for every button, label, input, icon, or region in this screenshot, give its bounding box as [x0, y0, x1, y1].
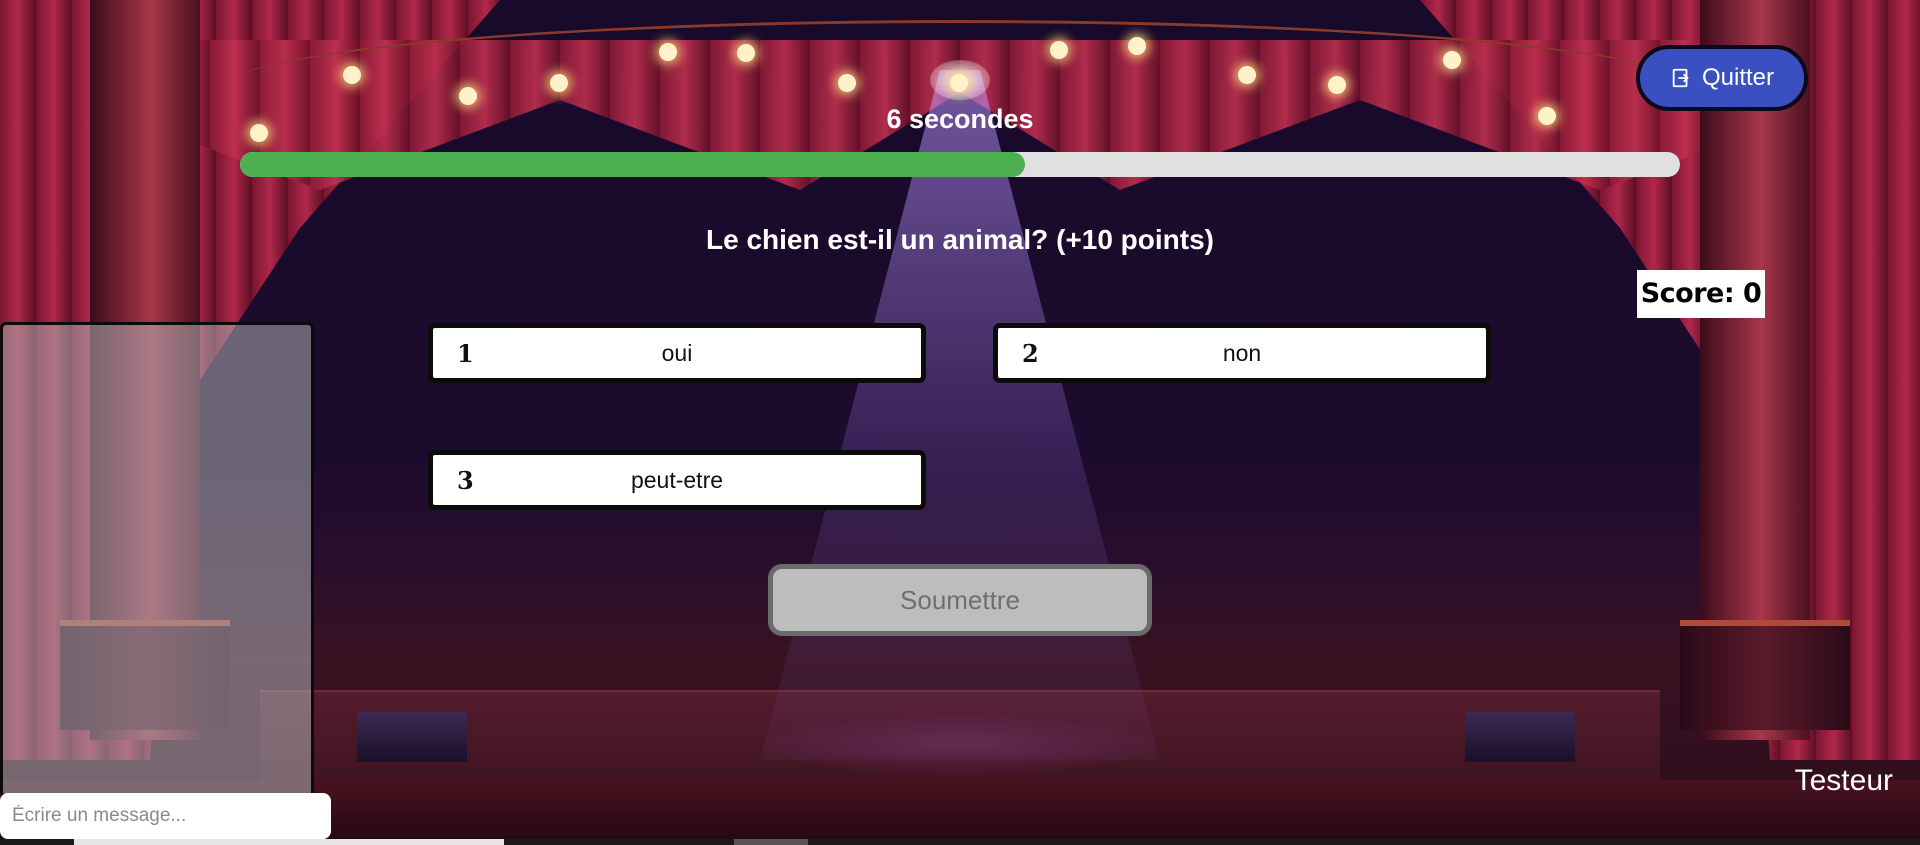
chat-message-input[interactable]	[0, 793, 331, 839]
light-bulb-icon	[737, 44, 755, 62]
timer-text: 6 secondes	[886, 104, 1034, 134]
light-bulb-icon	[250, 124, 268, 142]
bottom-edge-segment	[74, 839, 504, 845]
answer-label: peut-etre	[630, 466, 724, 493]
timer-progress-bar	[240, 152, 1680, 177]
answer-label: non	[1222, 339, 1262, 366]
light-bulb-icon	[550, 74, 568, 92]
answer-number: 1	[457, 338, 474, 368]
timer-progress-fill	[240, 152, 1025, 177]
light-bulb-icon	[1050, 41, 1068, 59]
answer-number: 3	[457, 465, 474, 495]
light-bulb-icon	[1443, 51, 1461, 69]
quit-button-label: Quitter	[1701, 64, 1775, 91]
score-display: Score: 0	[1637, 270, 1765, 318]
submit-button[interactable]: Soumettre	[768, 564, 1152, 636]
answer-label: oui	[661, 339, 693, 366]
right-pillar-base	[1680, 620, 1850, 730]
light-bulb-icon	[950, 74, 968, 92]
answer-number: 2	[1022, 338, 1039, 368]
answer-option-3[interactable]: 3 peut-etre	[428, 450, 926, 510]
light-bulb-icon	[1538, 107, 1556, 125]
light-bulb-icon	[1328, 76, 1346, 94]
stage-box-left	[357, 712, 467, 762]
player-name: Testeur	[1794, 764, 1893, 797]
light-bulb-icon	[1128, 37, 1146, 55]
bottom-edge-bar	[0, 839, 1920, 845]
quit-button[interactable]: Quitter	[1636, 45, 1808, 111]
light-bulb-icon	[838, 74, 856, 92]
answer-option-2[interactable]: 2 non	[993, 323, 1491, 383]
answer-option-1[interactable]: 1 oui	[428, 323, 926, 383]
light-bulb-icon	[343, 66, 361, 84]
chat-messages-panel	[0, 322, 314, 798]
bottom-edge-segment	[734, 839, 808, 845]
exit-icon	[1670, 67, 1692, 89]
stage-box-right	[1465, 712, 1575, 762]
light-bulb-icon	[1238, 66, 1256, 84]
light-bulb-icon	[659, 43, 677, 61]
light-bulb-icon	[459, 87, 477, 105]
question-text: Le chien est-il un animal? (+10 points)	[706, 224, 1214, 255]
